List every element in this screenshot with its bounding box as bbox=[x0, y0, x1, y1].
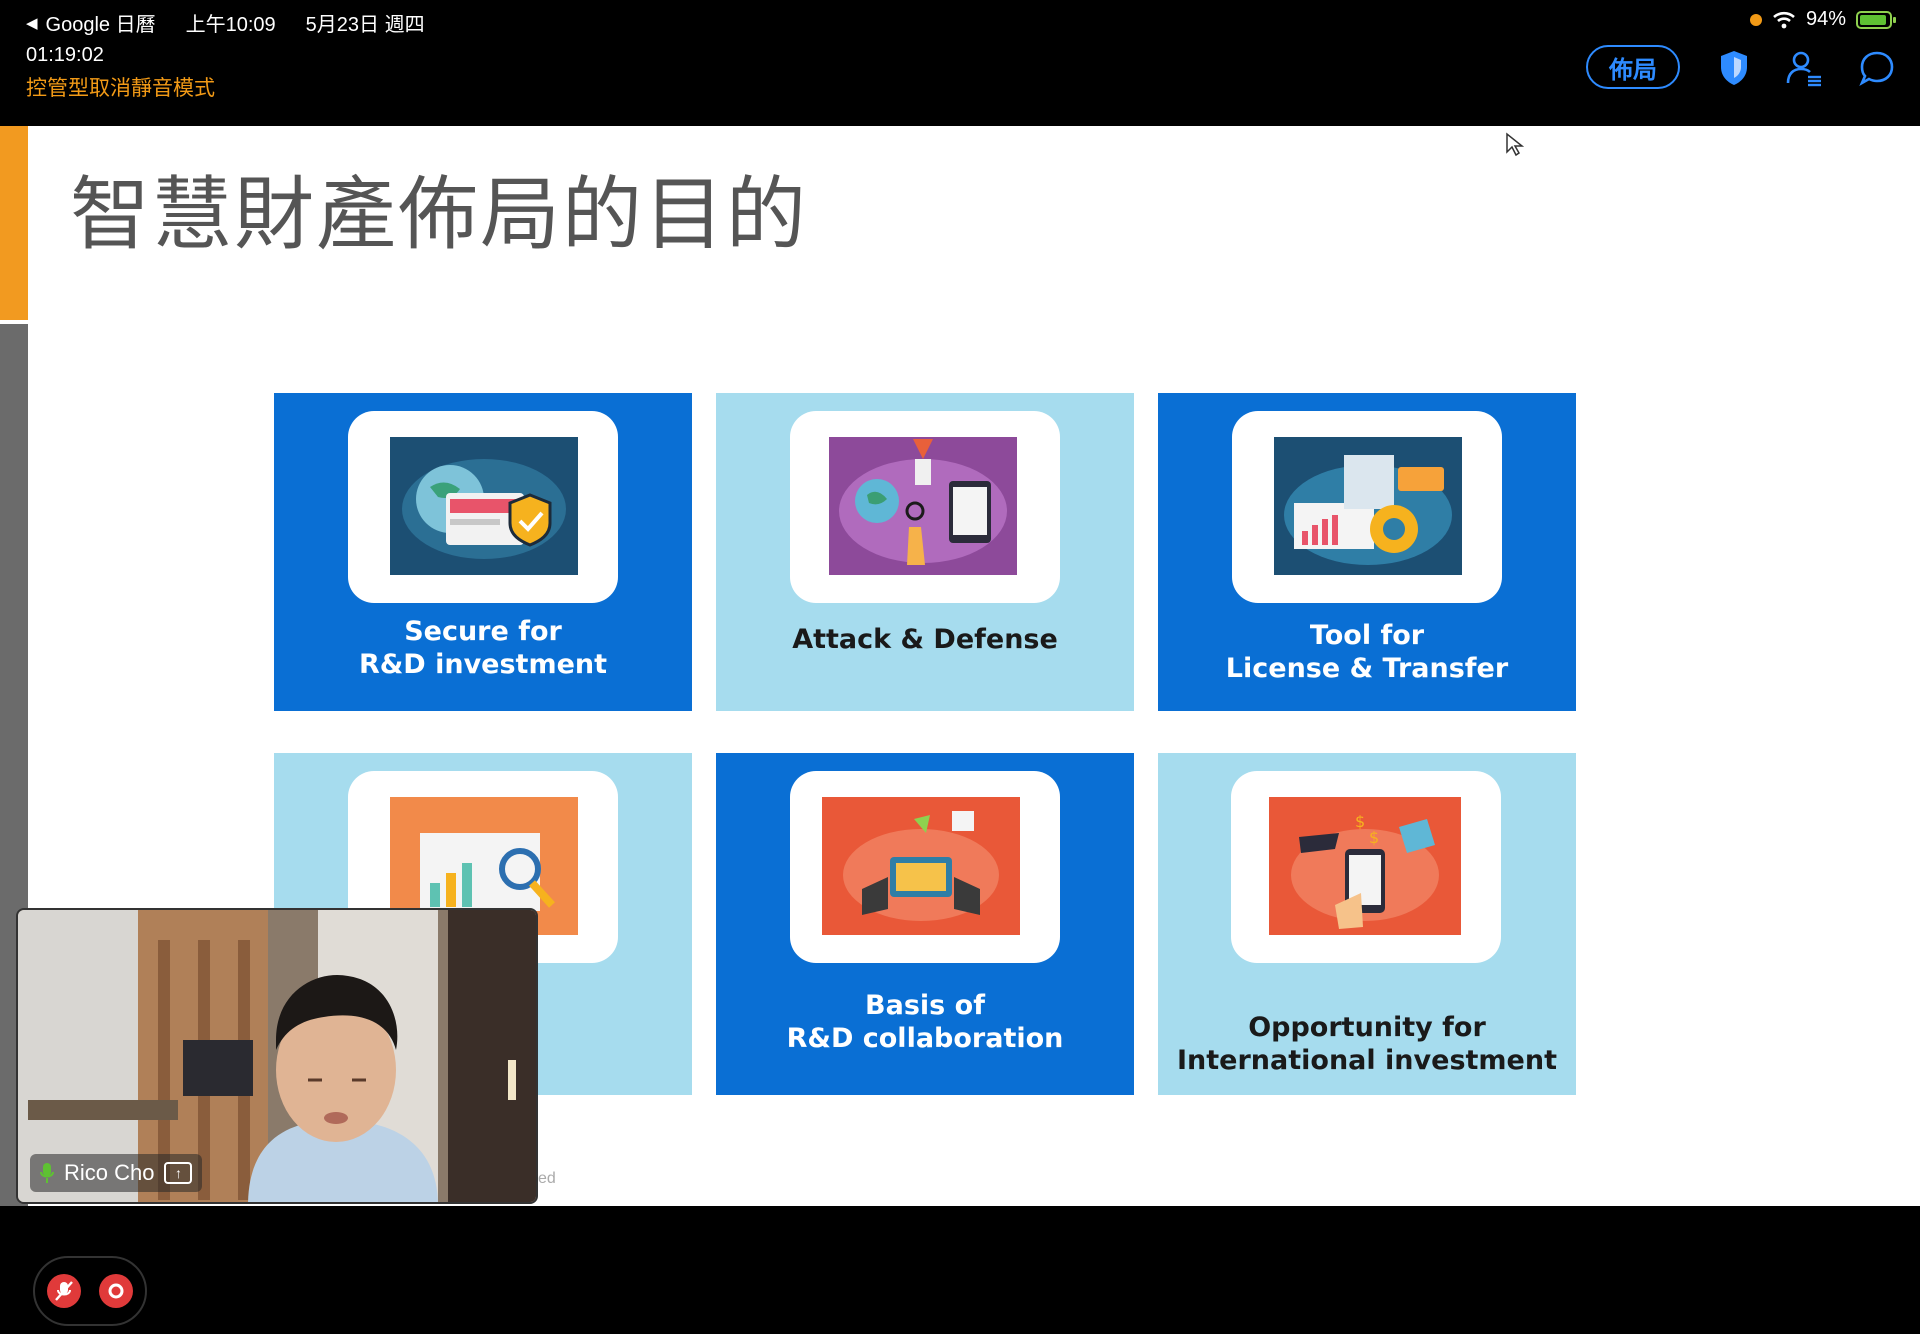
battery-icon bbox=[1856, 10, 1896, 29]
battery-percent: 94% bbox=[1805, 8, 1846, 30]
tile-secure-rd: Secure for R&D investment bbox=[274, 393, 692, 711]
wifi-icon bbox=[1773, 11, 1795, 28]
share-up-icon[interactable]: ↑ bbox=[164, 1162, 193, 1184]
back-app-label[interactable]: Google 日曆 bbox=[46, 8, 156, 37]
svg-text:$: $ bbox=[1355, 812, 1365, 831]
tile-caption: Tool for License & Transfer bbox=[1225, 620, 1509, 684]
layout-button[interactable]: 佈局 bbox=[1586, 45, 1680, 89]
tile-rd-collaboration: Basis of R&D collaboration bbox=[716, 753, 1134, 1095]
slide-accent-bar bbox=[0, 126, 28, 320]
tile-caption: Basis of R&D collaboration bbox=[786, 990, 1064, 1054]
status-left: ◀ Google 日曆 上午10:09 5月23日 週四 bbox=[26, 8, 425, 37]
collaboration-illustration-icon bbox=[822, 797, 1020, 935]
participant-name-tag: Rico Cho ↑ bbox=[30, 1154, 203, 1192]
status-right: 94% bbox=[1749, 8, 1896, 31]
tile-attack-defense: Attack & Defense bbox=[716, 393, 1134, 711]
mic-active-icon bbox=[40, 1163, 54, 1183]
participants-icon[interactable] bbox=[1784, 48, 1824, 88]
slide-title: 智慧財產佈局的目的 bbox=[70, 168, 808, 261]
chat-icon[interactable] bbox=[1857, 48, 1897, 88]
mouse-pointer-icon bbox=[1506, 132, 1525, 157]
tile-caption: Attack & Defense bbox=[792, 624, 1058, 655]
meeting-timer: 01:19:02 bbox=[26, 44, 104, 66]
attack-defense-illustration-icon bbox=[829, 437, 1017, 575]
mic-off-icon bbox=[55, 1281, 73, 1301]
investment-illustration-icon: $ $ bbox=[1269, 797, 1461, 935]
license-illustration-icon bbox=[1274, 437, 1462, 575]
shield-icon[interactable] bbox=[1714, 48, 1754, 88]
status-date: 5月23日 週四 bbox=[305, 14, 425, 36]
floating-controls bbox=[33, 1256, 147, 1326]
unmute-mode-label[interactable]: 控管型取消靜音模式 bbox=[26, 72, 215, 102]
svg-text:$: $ bbox=[1369, 828, 1379, 847]
back-arrow-icon[interactable]: ◀ bbox=[26, 14, 38, 32]
tile-license-transfer: Tool for License & Transfer bbox=[1158, 393, 1576, 711]
mic-indicator-icon bbox=[1749, 13, 1762, 26]
tile-image-frame bbox=[1232, 411, 1502, 603]
record-button[interactable] bbox=[99, 1274, 133, 1308]
tile-caption: Secure for R&D investment bbox=[358, 616, 608, 680]
participant-name: Rico Cho bbox=[64, 1160, 155, 1185]
self-video-tile[interactable]: Rico Cho ↑ bbox=[16, 908, 538, 1204]
mute-button[interactable] bbox=[47, 1274, 81, 1308]
record-icon bbox=[108, 1283, 124, 1299]
status-time: 上午10:09 bbox=[185, 14, 276, 36]
security-illustration-icon bbox=[390, 437, 578, 575]
tile-image-frame bbox=[348, 411, 618, 603]
tile-international-investment: $ $ Opportunity for International invest… bbox=[1158, 753, 1576, 1095]
tile-caption: Opportunity for International investment bbox=[1177, 1012, 1557, 1076]
tile-image-frame bbox=[790, 411, 1060, 603]
status-bar: ◀ Google 日曆 上午10:09 5月23日 週四 94% bbox=[0, 0, 1920, 40]
tile-image-frame bbox=[790, 771, 1060, 963]
tile-image-frame: $ $ bbox=[1231, 771, 1501, 963]
